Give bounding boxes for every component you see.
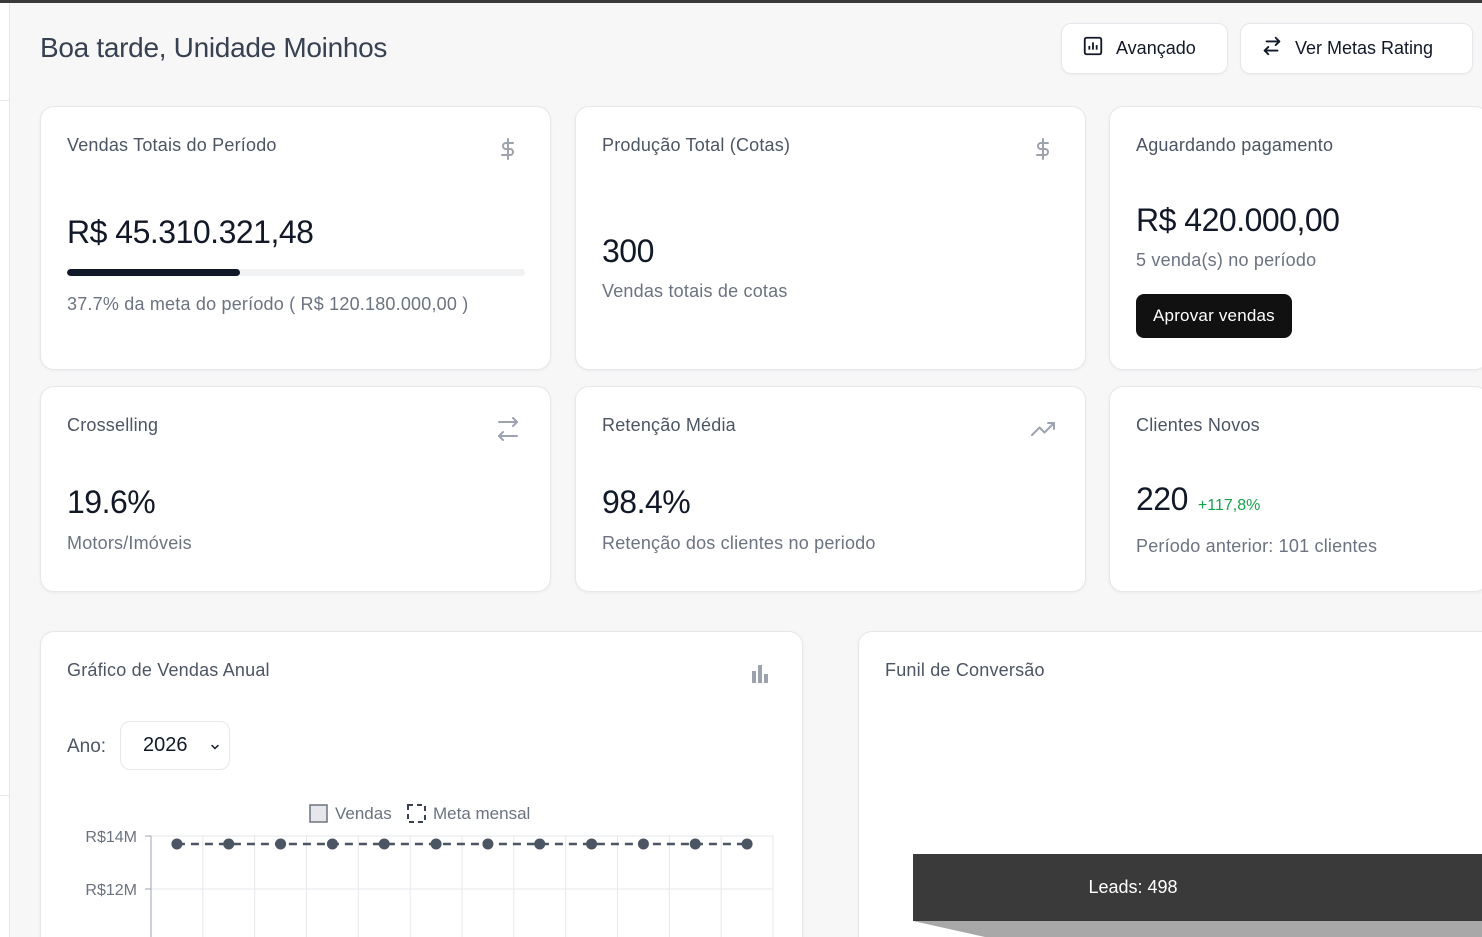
new-clients-value: 220	[1136, 481, 1188, 517]
funnel-stage-leads: Leads: 498	[913, 854, 1482, 921]
crosselling-caption: Motors/Imóveis	[67, 533, 192, 553]
dollar-icon	[496, 137, 520, 161]
data-point-meta-mensal	[275, 838, 287, 850]
card-title: Funil de Conversão	[885, 660, 1045, 680]
goal-progress-fill	[67, 269, 240, 276]
crosselling-card: Crosselling 19.6% Motors/Imóveis	[40, 386, 551, 592]
total-sales-card: Vendas Totais do Período R$ 45.310.321,4…	[40, 106, 551, 370]
bar-chart-icon	[748, 662, 772, 686]
awaiting-payment-value: R$ 420.000,00	[1136, 202, 1340, 238]
retention-caption: Retenção dos clientes no periodo	[602, 533, 876, 553]
trending-up-icon	[1031, 417, 1055, 441]
data-point-meta-mensal	[689, 838, 701, 850]
legend-swatch-meta	[407, 804, 426, 823]
data-point-meta-mensal	[223, 838, 235, 850]
new-clients-card: Clientes Novos 220 +117,8% Período anter…	[1109, 386, 1482, 592]
awaiting-payment-card: Aguardando pagamento R$ 420.000,00 5 ven…	[1109, 106, 1482, 370]
top-border	[0, 0, 1482, 3]
data-point-meta-mensal	[482, 838, 494, 850]
goal-progress-bar	[67, 269, 525, 276]
card-title: Produção Total (Cotas)	[602, 135, 791, 155]
legend-label-meta: Meta mensal	[433, 804, 530, 823]
total-sales-value: R$ 45.310.321,48	[67, 214, 314, 250]
y-tick-label: R$14M	[85, 829, 137, 846]
goal-caption: 37.7% da meta do período ( R$ 120.180.00…	[67, 294, 469, 314]
card-title: Aguardando pagamento	[1136, 135, 1334, 155]
legend-label-vendas: Vendas	[335, 804, 392, 823]
production-value: 300	[602, 233, 654, 269]
sidebar-edge	[0, 3, 10, 937]
production-caption: Vendas totais de cotas	[602, 281, 788, 301]
card-title: Vendas Totais do Período	[67, 135, 277, 155]
year-select-value: 2026	[143, 734, 188, 756]
new-clients-value-row: 220 +117,8%	[1136, 481, 1260, 518]
data-point-meta-mensal	[534, 838, 546, 850]
y-tick-label: R$12M	[85, 882, 137, 899]
data-point-meta-mensal	[741, 838, 753, 850]
advanced-button[interactable]: Avançado	[1061, 23, 1228, 74]
card-title: Gráfico de Vendas Anual	[67, 660, 270, 680]
swap-icon	[1261, 35, 1283, 62]
awaiting-payment-caption: 5 venda(s) no período	[1136, 250, 1317, 270]
dollar-icon	[1031, 137, 1055, 161]
advanced-button-label: Avançado	[1116, 38, 1196, 58]
data-point-meta-mensal	[378, 838, 390, 850]
funnel-stage-label: Leads: 498	[1088, 877, 1178, 897]
data-point-meta-mensal	[171, 838, 183, 850]
swap-icon	[496, 417, 520, 441]
growth-badge: +117,8%	[1197, 497, 1261, 514]
annual-sales-chart: Vendas Meta mensal R$14M R$12M	[85, 804, 774, 937]
year-label: Ano:	[67, 736, 107, 757]
production-card: Produção Total (Cotas) 300 Vendas totais…	[575, 106, 1086, 370]
retention-card: Retenção Média 98.4% Retenção dos client…	[575, 386, 1086, 592]
view-ratings-label: Ver Metas Rating	[1295, 38, 1434, 58]
annual-sales-chart-card: Gráfico de Vendas Anual Ano: 2026 Vendas…	[40, 631, 803, 937]
view-ratings-button[interactable]: Ver Metas Rating	[1240, 23, 1473, 74]
data-point-meta-mensal	[430, 838, 442, 850]
data-point-meta-mensal	[586, 838, 598, 850]
approve-sales-button[interactable]: Aprovar vendas	[1136, 294, 1292, 338]
year-select[interactable]: 2026	[120, 721, 230, 770]
retention-value: 98.4%	[602, 484, 691, 520]
card-title: Crosselling	[67, 415, 159, 435]
data-point-meta-mensal	[637, 838, 649, 850]
card-title: Retenção Média	[602, 415, 736, 435]
data-point-meta-mensal	[326, 838, 338, 850]
report-icon	[1082, 35, 1104, 62]
card-title: Clientes Novos	[1136, 415, 1260, 435]
funnel-stage-next	[913, 921, 1482, 937]
legend-swatch-vendas	[309, 804, 328, 823]
crosselling-value: 19.6%	[67, 484, 156, 520]
page-title: Boa tarde, Unidade Moinhos	[40, 32, 388, 63]
new-clients-caption: Período anterior: 101 clientes	[1136, 536, 1378, 556]
conversion-funnel-card: Funil de Conversão Leads: 498	[858, 631, 1482, 937]
